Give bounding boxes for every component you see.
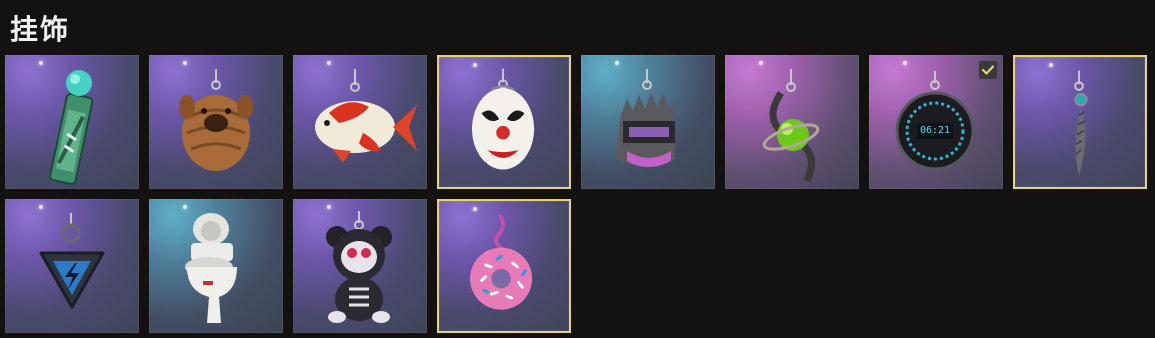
sugar-skull-bear-charm-icon [326, 211, 392, 323]
page-title: 挂饰 [10, 13, 71, 46]
charm-card[interactable] [725, 55, 859, 189]
charm-card[interactable]: 06:21 [869, 55, 1003, 189]
charm-card[interactable] [293, 55, 427, 189]
spiked-helmet-charm-icon [615, 69, 675, 167]
pink-donut-charm-icon [470, 213, 533, 310]
charm-card[interactable] [149, 55, 283, 189]
charm-grid: 06:21 [5, 55, 1147, 333]
charm-card[interactable] [293, 199, 427, 333]
sponsor-stick-charm-icon [49, 70, 94, 185]
shar-pei-dog-charm-icon [179, 69, 253, 171]
toilet-charm-icon [185, 213, 237, 323]
charm-card[interactable] [437, 55, 571, 189]
charm-card[interactable] [581, 55, 715, 189]
charm-card[interactable] [149, 199, 283, 333]
checkmark-icon [981, 65, 995, 75]
koi-fish-charm-icon [315, 69, 417, 163]
charm-card[interactable] [437, 199, 571, 333]
charm-card[interactable] [5, 55, 139, 189]
charm-card[interactable] [1013, 55, 1147, 189]
equipped-checkmark [979, 61, 997, 79]
feather-charm-icon [1074, 70, 1088, 176]
green-orb-charm-icon [762, 69, 820, 183]
charm-card[interactable] [5, 199, 139, 333]
lightning-triangle-charm-icon [39, 213, 105, 309]
clown-mask-charm-icon [471, 68, 535, 170]
clock-readout: 06:21 [919, 125, 951, 136]
